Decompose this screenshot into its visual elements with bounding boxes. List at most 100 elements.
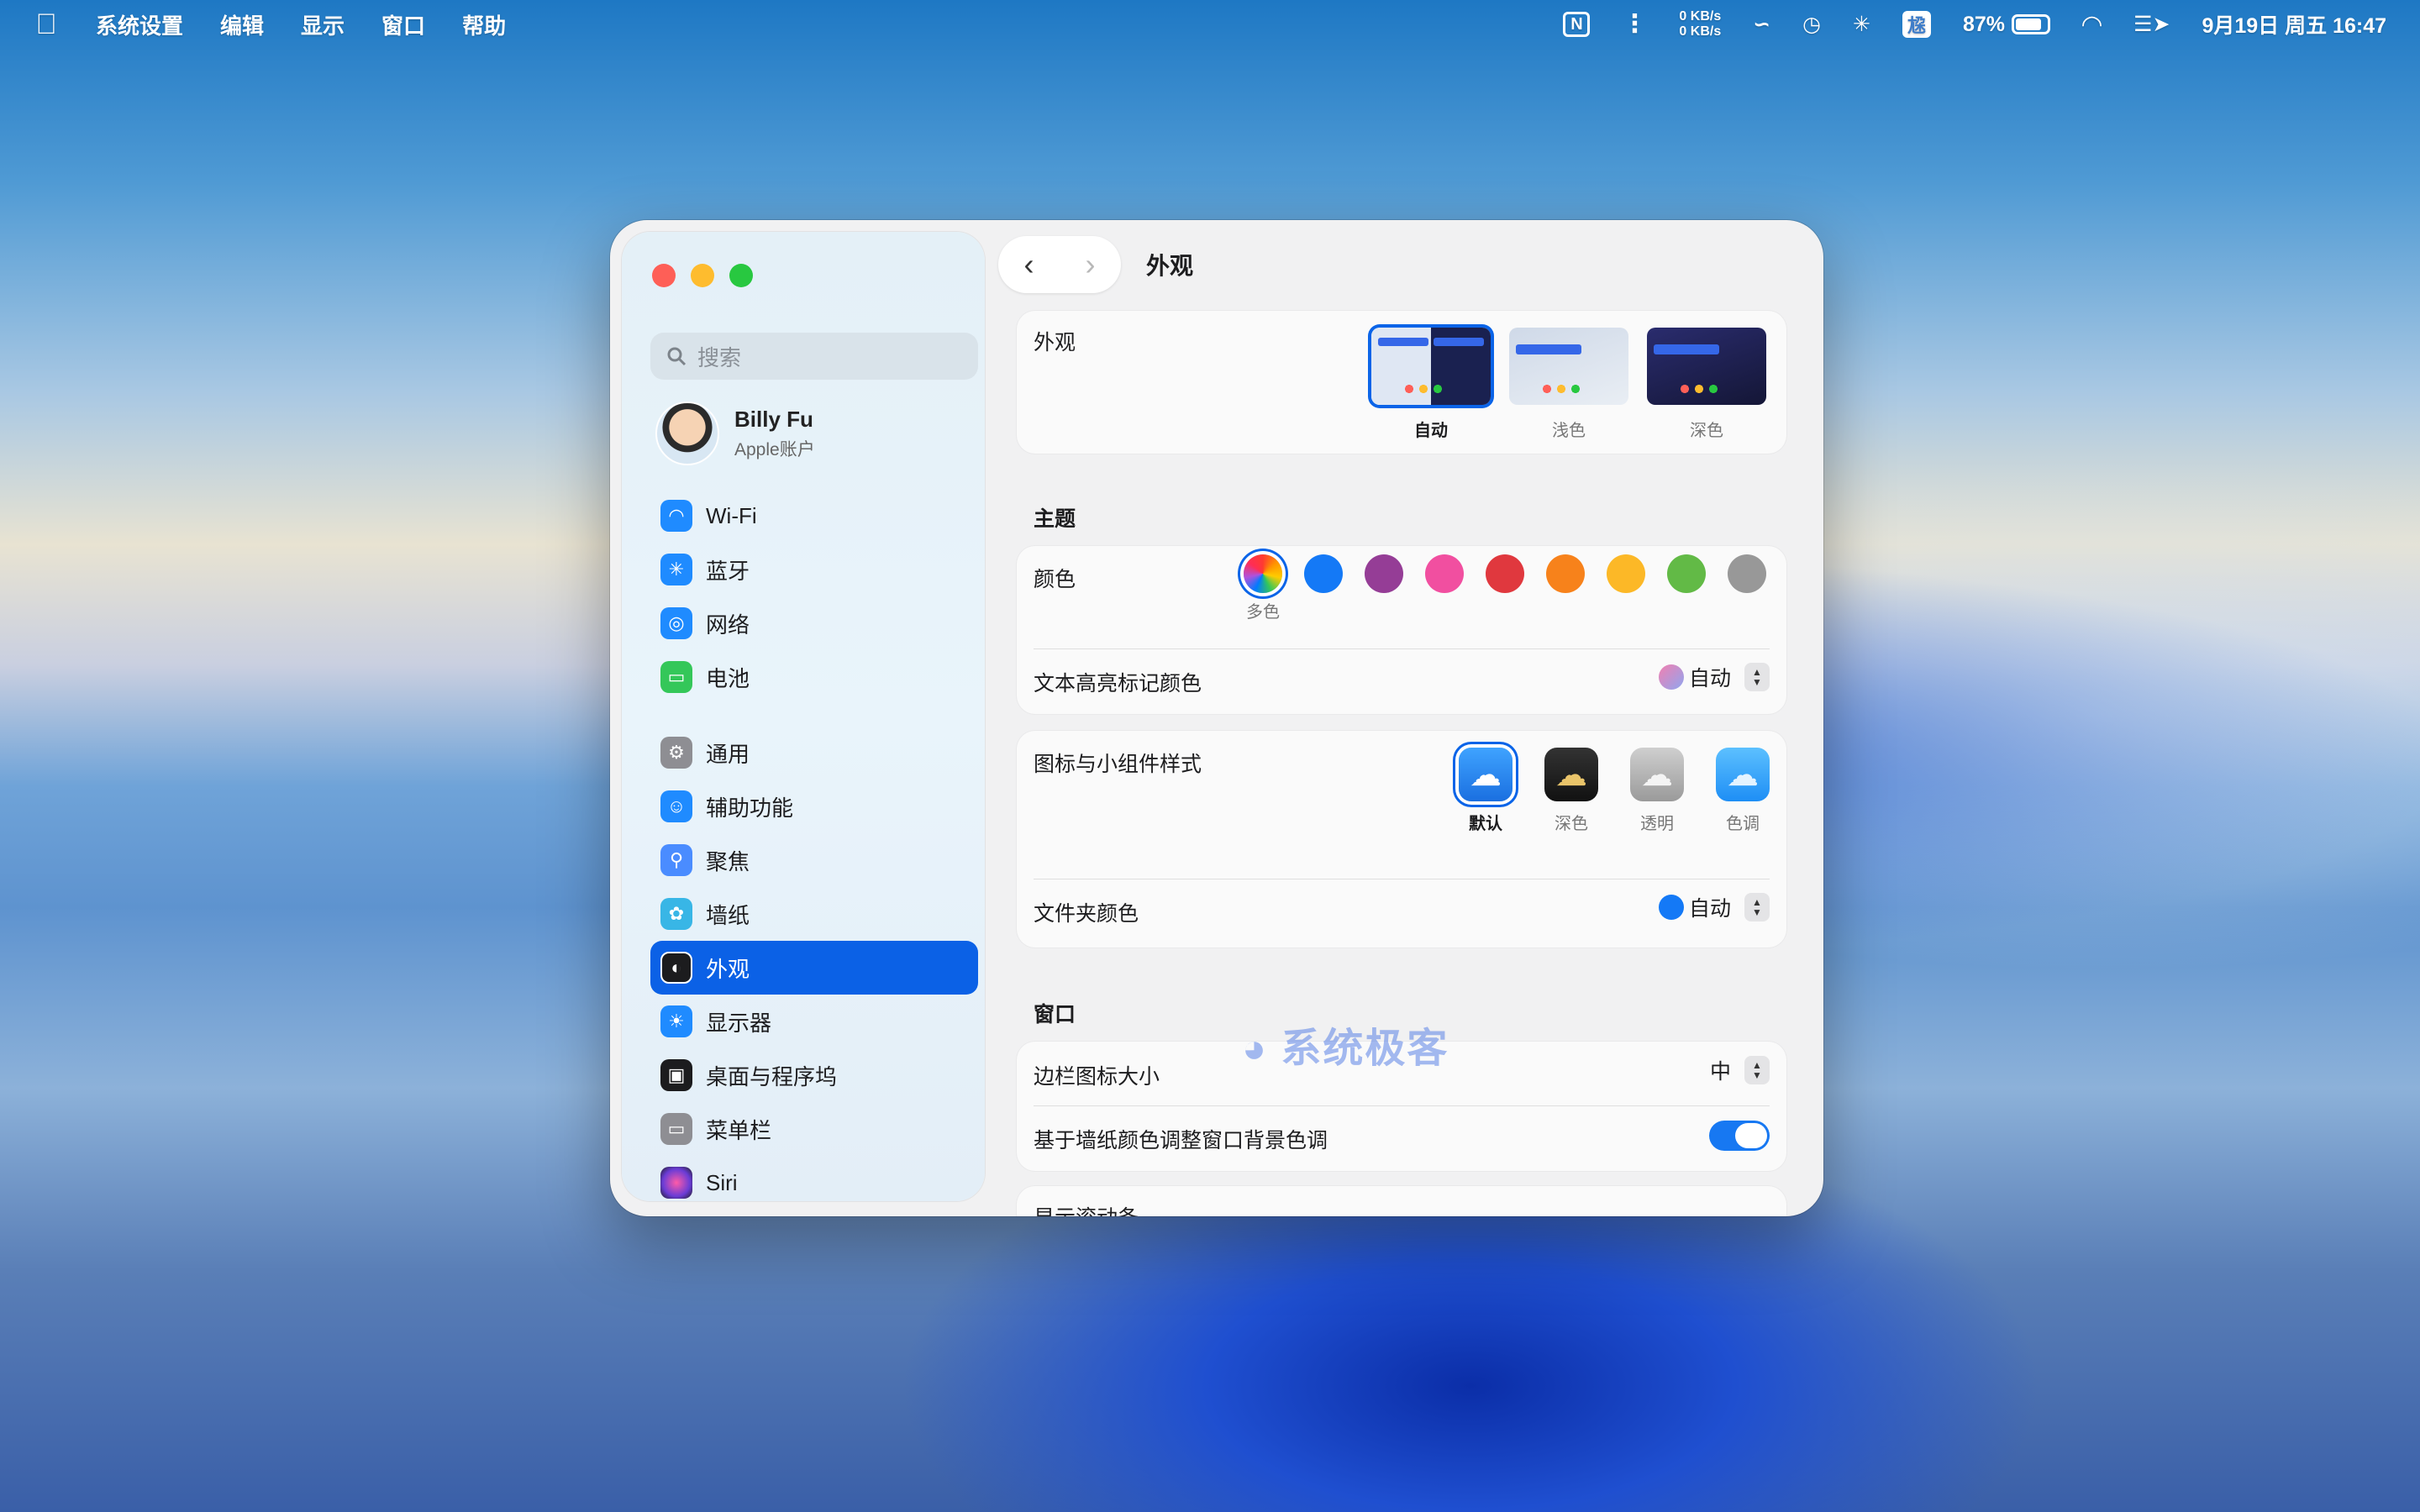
theme-section-title: 主题 [1034,507,1076,531]
appearance-light-caption: 浅色 [1552,422,1586,440]
swatch-pink[interactable] [1425,554,1464,593]
highlight-color-dot [1658,664,1684,690]
menu-edit[interactable]: 编辑 [220,9,264,40]
swatch-green[interactable] [1667,554,1706,593]
bluetooth-status-icon[interactable]: ✳ [1853,12,1870,37]
appearance-icon: ◐ [660,952,692,984]
network-speed[interactable]: 0 KB/s 0 KB/s [1679,9,1721,39]
wifi-icon: ◠ [660,500,692,532]
more-icon[interactable]: ⋮ [1622,12,1647,37]
watermark: ◕ 系统极客 [1242,1026,1449,1071]
swatch-multicolor[interactable] [1244,554,1282,593]
menu-window[interactable]: 窗口 [381,9,425,40]
menu-help[interactable]: 帮助 [462,9,506,40]
swatch-yellow[interactable] [1607,554,1645,593]
sidebar-item-battery[interactable]: ▭ 电池 [650,650,978,704]
menu-view[interactable]: 显示 [301,9,345,40]
zoom-button[interactable] [729,264,753,287]
icon-style-tinted[interactable]: ☁ [1716,748,1770,801]
toolbar: ‹ › 外观 [998,235,1193,294]
input-method-icon[interactable]: 尮 [1902,11,1931,38]
icon-style-default[interactable]: ☁ [1459,748,1512,801]
appearance-card: 外观 自动 浅色 深色 [1017,311,1786,454]
forward-button[interactable]: › [1060,236,1121,293]
bluetooth-icon: ✳ [660,554,692,585]
swatch-purple[interactable] [1365,554,1403,593]
icon-style-clear[interactable]: ☁ [1630,748,1684,801]
swatch-caption: 多色 [1246,603,1280,622]
close-button[interactable] [652,264,676,287]
sidebar-item-desktop-dock[interactable]: ▣ 桌面与程序坞 [650,1048,978,1102]
wallpaper-tint-label: 基于墙纸颜色调整窗口背景色调 [1034,1129,1328,1152]
icon-style-card: 图标与小组件样式 ☁ 默认 ☁ 深色 ☁ 透明 ☁ 色调 文件夹颜色 自动 ▲ ▼ [1017,731,1786,948]
menubar-icon: ▭ [660,1113,692,1145]
nav-buttons: ‹ › [998,236,1121,293]
sidebar-item-menubar[interactable]: ▭ 菜单栏 [650,1102,978,1156]
appearance-auto-caption: 自动 [1414,422,1448,440]
weather-icon: ☁ [1470,757,1502,793]
back-button[interactable]: ‹ [998,236,1060,293]
search-placeholder: 搜索 [697,344,742,370]
sidebar-item-displays[interactable]: ☀ 显示器 [650,995,978,1048]
weather-icon: ☁ [1641,757,1673,793]
spotlight-icon: ⚲ [660,844,692,876]
apple-account[interactable]: Billy Fu Apple账户 [655,402,815,465]
divider [1034,1105,1770,1106]
hearing-icon[interactable]: ∽ [1753,12,1770,37]
battery-icon [2012,14,2051,34]
swatch-graphite[interactable] [1728,554,1766,593]
icon-style-dark[interactable]: ☁ [1544,748,1598,801]
flower-icon: ✿ [660,898,692,930]
sidebar-item-general[interactable]: ⚙ 通用 [650,726,978,780]
appearance-dark-thumb[interactable] [1647,328,1766,405]
account-name: Billy Fu [734,406,813,432]
battery-status[interactable]: 87% [1963,13,2051,37]
minimize-button[interactable] [691,264,714,287]
siri-icon [660,1167,692,1199]
appearance-light-thumb[interactable] [1509,328,1628,405]
wallpaper-tint-toggle[interactable] [1709,1121,1770,1151]
folder-color-popup[interactable]: 自动 ▲ ▼ [1658,892,1770,922]
folder-color-dot [1658,895,1684,920]
clock[interactable]: 9月19日 周五 16:47 [2202,9,2386,39]
app-menu[interactable]: 系统设置 [96,9,183,40]
sun-icon: ☀ [660,1005,692,1037]
icon-style-label: 图标与小组件样式 [1034,753,1202,776]
sidebar-item-spotlight[interactable]: ⚲ 聚焦 [650,833,978,887]
window-section-title: 窗口 [1034,1003,1076,1026]
sidebar-item-accessibility[interactable]: ☺ 辅助功能 [650,780,978,833]
wifi-status-icon[interactable]: ◠ [2082,10,2102,39]
divider [1034,648,1770,649]
search-field[interactable]: 搜索 [650,333,978,380]
notion-icon[interactable]: N [1563,12,1591,37]
battery-icon: ▭ [660,661,692,693]
weather-icon: ☁ [1555,757,1587,793]
swatch-red[interactable] [1486,554,1524,593]
globe-icon: ◎ [660,607,692,639]
sidebar: 搜索 Billy Fu Apple账户 ◠ Wi-Fi ✳ 蓝牙 ◎ 网络 ▭ 电池 ⚙… [622,232,985,1201]
chevron-updown-icon: ▲ ▼ [1744,1056,1770,1084]
sidebar-icon-size-popup[interactable]: 中 ▲ ▼ [1710,1055,1770,1085]
highlight-color-popup[interactable]: 自动 ▲ ▼ [1658,662,1770,692]
avatar [655,402,719,465]
sidebar-item-wifi[interactable]: ◠ Wi-Fi [650,489,978,543]
window-controls [652,264,753,287]
sidebar-item-bluetooth[interactable]: ✳ 蓝牙 [650,543,978,596]
sidebar-item-wallpaper[interactable]: ✿ 墙纸 [650,887,978,941]
dock-icon: ▣ [660,1059,692,1091]
apple-menu-icon[interactable]:  [34,8,59,41]
swatch-blue[interactable] [1304,554,1343,593]
sidebar-item-network[interactable]: ◎ 网络 [650,596,978,650]
appearance-label: 外观 [1034,331,1076,354]
account-subtitle: Apple账户 [734,439,815,459]
sidebar-icon-size-label: 边栏图标大小 [1034,1065,1160,1089]
folder-color-label: 文件夹颜色 [1034,902,1139,926]
sidebar-item-siri[interactable]: Siri [650,1156,978,1210]
chevron-updown-icon: ▲ ▼ [1744,663,1770,691]
appearance-auto-thumb[interactable] [1371,328,1491,405]
time-machine-icon[interactable]: ◷ [1802,12,1821,37]
swatch-orange[interactable] [1546,554,1585,593]
color-label: 颜色 [1034,568,1076,591]
sidebar-item-appearance[interactable]: ◐ 外观 [650,941,978,995]
control-center-icon[interactable]: ☰➤ [2133,12,2170,37]
